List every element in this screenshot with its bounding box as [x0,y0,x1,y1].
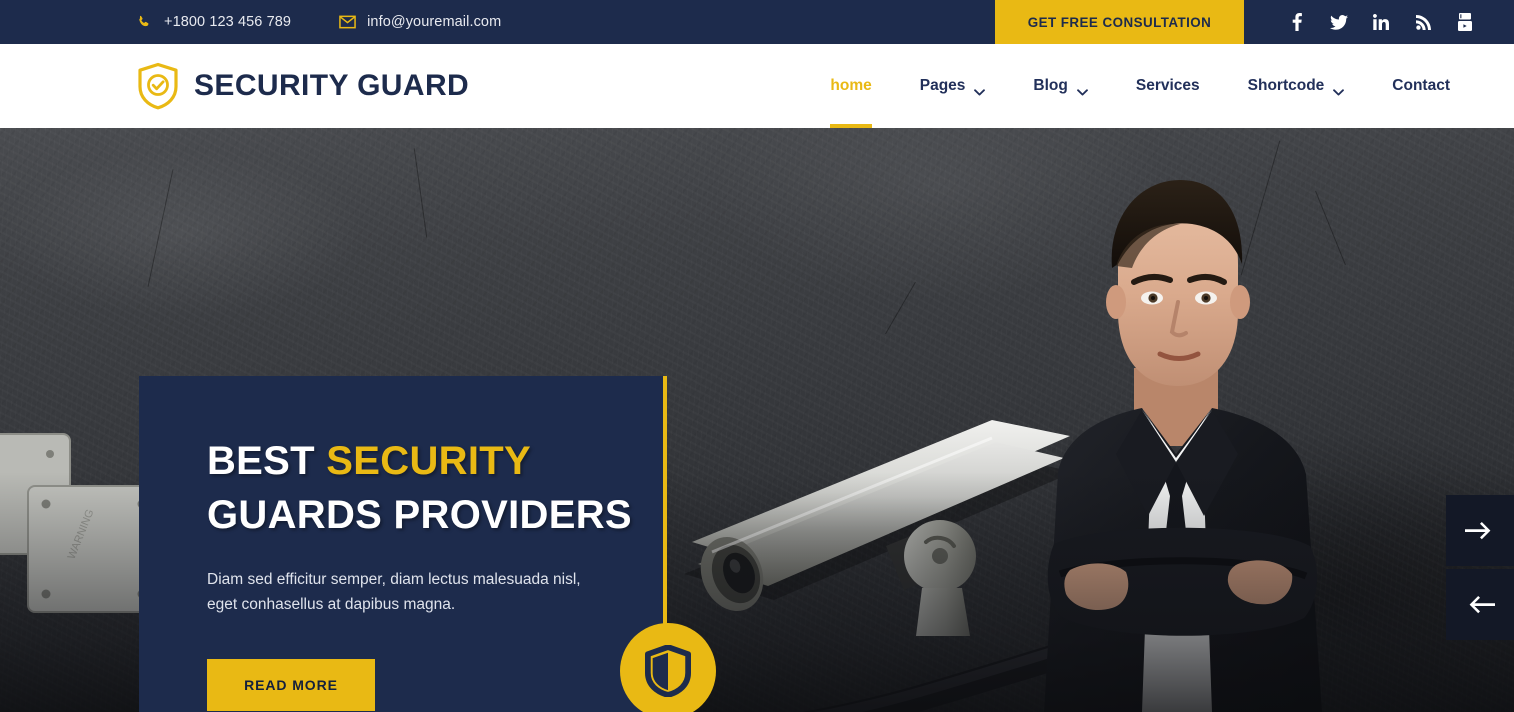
hero-title-line2: GUARDS PROVIDERS [207,493,632,537]
nav-label-pages: Pages [919,77,966,94]
hero-title-line1-plain: BEST [207,439,327,483]
top-bar-spacer [501,0,995,44]
nav-item-pages[interactable]: Pages [896,44,1010,128]
read-more-button[interactable]: READ MORE [207,659,375,711]
hero-slider: WARNING [0,128,1514,712]
shield-badge[interactable] [620,623,716,712]
top-bar: +1800 123 456 789 info@youremail.com GET… [0,0,1514,44]
top-bar-contact-group: +1800 123 456 789 info@youremail.com [0,0,501,44]
phone-contact[interactable]: +1800 123 456 789 [136,14,291,31]
arrow-right-icon [1465,521,1495,540]
main-navigation: home Pages Blog Services Shortcode Conta… [806,44,1474,129]
nav-label-home: home [830,77,872,94]
shield-check-icon [136,62,180,110]
chevron-down-icon [974,83,986,95]
logo[interactable]: SECURITY GUARD [136,62,469,110]
slider-prev-button[interactable] [1446,569,1514,640]
envelope-icon [339,14,356,31]
site-header: SECURITY GUARD home Pages Blog Services … [0,44,1514,129]
hero-content-card: BEST SECURITY GUARDS PROVIDERS Diam sed … [139,376,667,712]
nav-label-services: Services [1135,77,1200,94]
phone-icon [136,14,153,31]
email-contact[interactable]: info@youremail.com [339,14,501,31]
twitter-icon[interactable] [1318,0,1360,44]
facebook-icon[interactable] [1276,0,1318,44]
nav-item-home[interactable]: home [806,44,895,129]
hero-paragraph: Diam sed efficitur semper, diam lectus m… [207,571,581,613]
youtube-icon[interactable] [1444,0,1486,44]
rss-icon[interactable] [1402,0,1444,44]
nav-item-contact[interactable]: Contact [1368,44,1474,128]
chevron-down-icon [1076,83,1088,95]
linkedin-icon[interactable] [1360,0,1402,44]
nav-item-shortcode[interactable]: Shortcode [1224,44,1369,128]
email-address: info@youremail.com [367,14,502,30]
nav-item-blog[interactable]: Blog [1009,44,1111,128]
nav-item-services[interactable]: Services [1112,44,1224,128]
brand-name: SECURITY GUARD [194,69,470,102]
nav-label-blog: Blog [1033,77,1068,94]
social-links [1244,0,1514,44]
shield-badge-icon [645,645,691,697]
nav-label-shortcode: Shortcode [1247,77,1325,94]
get-free-consultation-button[interactable]: GET FREE CONSULTATION [995,0,1244,44]
arrow-left-icon [1465,595,1495,614]
slider-navigation [1446,495,1514,640]
phone-number: +1800 123 456 789 [164,14,292,30]
hero-title-accent: SECURITY [326,439,531,483]
slider-next-button[interactable] [1446,495,1514,566]
hero-title: BEST SECURITY GUARDS PROVIDERS [207,434,663,542]
chevron-down-icon [1333,83,1345,95]
nav-label-contact: Contact [1392,77,1450,94]
